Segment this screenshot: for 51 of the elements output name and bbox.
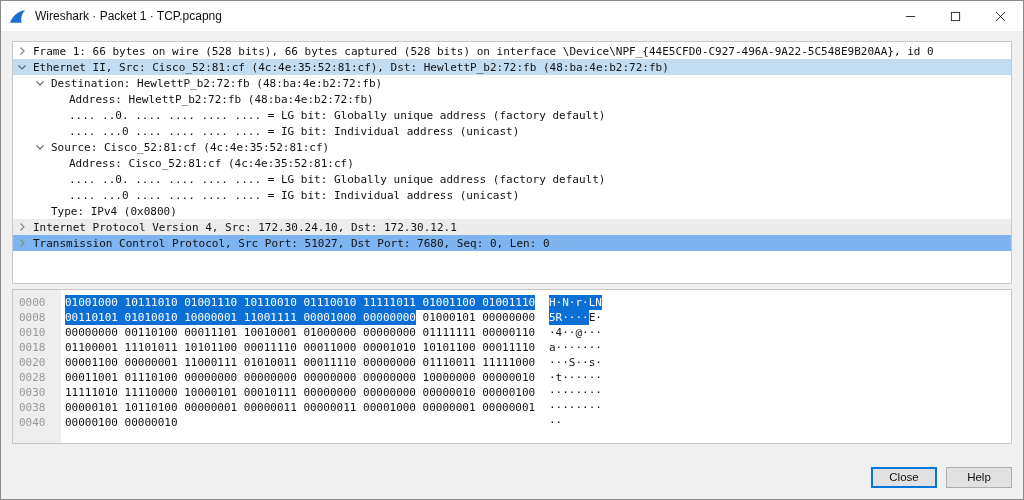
- ascii-text[interactable]: ·t······: [549, 370, 602, 385]
- byte-values[interactable]: 00000000 00110100 00011101 10010001 01000000 00000000 01111111 00000110: [65, 325, 536, 340]
- selected-bytes[interactable]: 00110101 01010010 10000001 11001111 00001000 00000000: [65, 310, 416, 325]
- byte-values[interactable]: 11111010 11110000 10000101 00010111 00000000 00000000 00000010 00000100: [65, 385, 536, 400]
- tree-item[interactable]: Internet Protocol Version 4, Src: 172.30.24.10, Dst: 172.30.12.1: [13, 219, 1011, 235]
- tree-item[interactable]: Frame 1: 66 bytes on wire (528 bits), 66 bytes captured (528 bits) on interface \Device\NPF_{44E5CFD0-C927-496A-9A22-5C548E9B20AA}, id 0: [13, 43, 1011, 59]
- tree-item[interactable]: Address: HewlettP_b2:72:fb (48:ba:4e:b2:72:fb): [13, 91, 1011, 107]
- selected-bytes[interactable]: 01001000 10111010 01001110 10110010 01110010 11111011 01001100 01001110: [65, 295, 536, 310]
- byte-offset: 0008: [19, 310, 47, 325]
- window-title: Wireshark · Packet 1 · TCP.pcapng: [35, 9, 222, 23]
- ascii-text[interactable]: ··: [549, 415, 563, 430]
- tree-item[interactable]: .... ..0. .... .... .... .... = LG bit: Globally unique address (factory default): [13, 171, 1011, 187]
- selected-ascii[interactable]: H·N·r·LN: [549, 295, 602, 310]
- selected-ascii[interactable]: 5R····: [549, 310, 589, 325]
- byte-offset: 0040: [19, 415, 47, 430]
- tree-item[interactable]: Type: IPv4 (0x0800): [13, 203, 1011, 219]
- chevron-down-icon[interactable]: [17, 62, 27, 72]
- dialog-button[interactable]: Help: [946, 466, 1012, 488]
- tree-item[interactable]: Ethernet II, Src: Cisco_52:81:cf (4c:4e:35:52:81:cf), Dst: HewlettP_b2:72:fb (48:ba:4e:b2:72:fb): [13, 59, 1011, 75]
- ascii-text[interactable]: ···S··s·: [549, 355, 602, 370]
- tree-item[interactable]: .... ..0. .... .... .... .... = LG bit: Globally unique address (factory default): [13, 107, 1011, 123]
- byte-offset: 0038: [19, 400, 47, 415]
- byte-offset: 0020: [19, 355, 47, 370]
- tree-item[interactable]: .... ...0 .... .... .... .... = IG bit: Individual address (unicast): [13, 123, 1011, 139]
- byte-offset: 0010: [19, 325, 47, 340]
- chevron-right-icon[interactable]: [17, 46, 27, 56]
- byte-offset: 0000: [19, 295, 47, 310]
- byte-offset: 0018: [19, 340, 47, 355]
- tree-item[interactable]: Destination: HewlettP_b2:72:fb (48:ba:4e:b2:72:fb): [13, 75, 1011, 91]
- ascii-text[interactable]: E·: [588, 310, 602, 325]
- ascii-text[interactable]: a·······: [549, 340, 602, 355]
- byte-offset: 0030: [19, 385, 47, 400]
- ascii-text[interactable]: ········: [549, 385, 602, 400]
- byte-values[interactable]: 00011001 01110100 00000000 00000000 00000000 00000000 10000000 00000010: [65, 370, 536, 385]
- tree-item[interactable]: Source: Cisco_52:81:cf (4c:4e:35:52:81:cf): [13, 139, 1011, 155]
- dialog-button[interactable]: Close: [871, 466, 937, 488]
- tree-item[interactable]: Transmission Control Protocol, Src Port: 51027, Dst Port: 7680, Seq: 0, Len: 0: [13, 235, 1011, 251]
- tree-item[interactable]: Address: Cisco_52:81:cf (4c:4e:35:52:81:cf): [13, 155, 1011, 171]
- byte-values[interactable]: 01000101 00000000: [422, 310, 536, 325]
- chevron-down-icon[interactable]: [35, 78, 45, 88]
- tree-item[interactable]: .... ...0 .... .... .... .... = IG bit: Individual address (unicast): [13, 187, 1011, 203]
- byte-values[interactable]: 01100001 11101011 10101100 00011110 00011000 00001010 10101100 00011110: [65, 340, 536, 355]
- byte-values[interactable]: 00000100 00000010: [65, 415, 178, 430]
- ascii-text[interactable]: ·4··@···: [549, 325, 602, 340]
- byte-offset: 0028: [19, 370, 47, 385]
- chevron-right-icon[interactable]: [17, 222, 27, 232]
- byte-values[interactable]: 00000101 10110100 00000001 00000011 00000011 00001000 00000001 00000001: [65, 400, 536, 415]
- byte-values[interactable]: 00001100 00000001 11000111 01010011 00011110 00000000 01110011 11111000: [65, 355, 536, 370]
- chevron-down-icon[interactable]: [35, 142, 45, 152]
- ascii-text[interactable]: ········: [549, 400, 602, 415]
- shark-fin-icon: [9, 8, 27, 24]
